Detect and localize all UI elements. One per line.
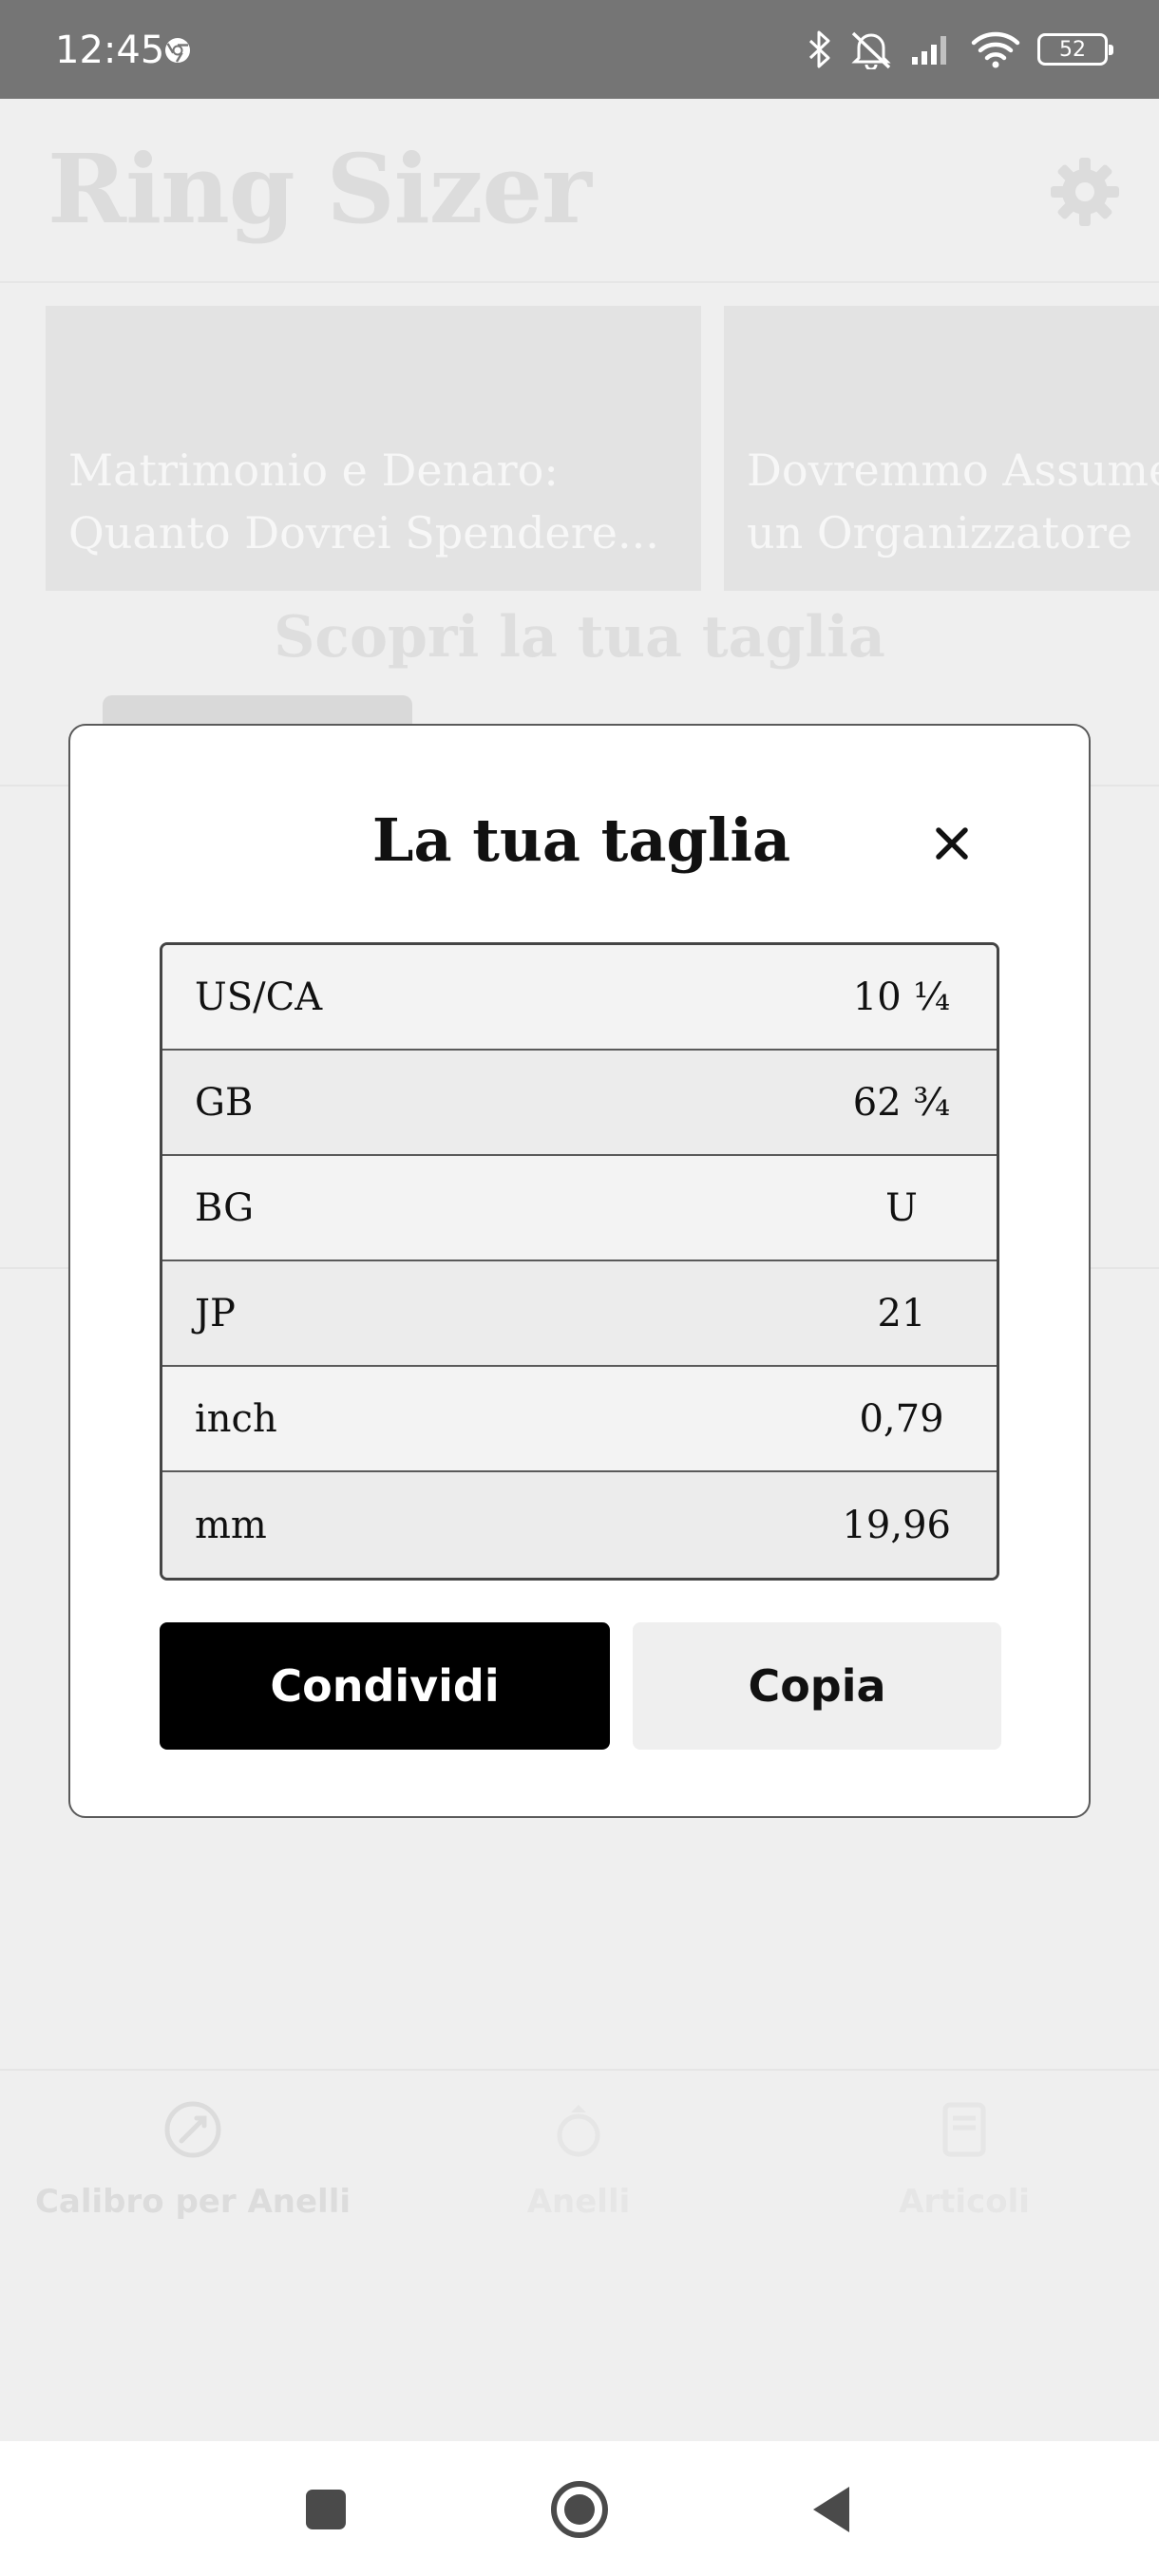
status-bar: 12:45 52 bbox=[0, 0, 1159, 99]
ring-icon bbox=[557, 2105, 600, 2157]
article-icon bbox=[942, 2102, 986, 2157]
app-title: Ring Sizer bbox=[48, 133, 592, 245]
size-system-label: BG bbox=[195, 1185, 255, 1230]
system-nav-bar bbox=[0, 2441, 1159, 2576]
table-row: inch 0,79 bbox=[162, 1367, 997, 1472]
article-card-title-line1: Dovremmo Assumere bbox=[747, 445, 1159, 496]
nav-item-articoli[interactable]: Articoli bbox=[771, 2099, 1157, 2221]
article-card-title-line1: Matrimonio e Denaro: bbox=[68, 445, 559, 496]
nav-item-anelli[interactable]: Anelli bbox=[386, 2099, 771, 2221]
article-card-title-line2: un Organizzatore bbox=[747, 507, 1133, 559]
copy-button[interactable]: Copia bbox=[633, 1622, 1001, 1750]
table-row: JP 21 bbox=[162, 1261, 997, 1367]
table-row: BG U bbox=[162, 1156, 997, 1261]
chrome-icon bbox=[165, 38, 190, 63]
header-divider bbox=[0, 281, 1159, 283]
home-button-icon[interactable] bbox=[547, 2475, 612, 2544]
size-value: 62 ¾ bbox=[852, 1080, 951, 1125]
settings-gear-icon[interactable] bbox=[1049, 156, 1121, 228]
size-result-dialog: La tua taglia US/CA 10 ¼ GB 62 ¾ BG U JP… bbox=[68, 724, 1091, 1818]
nav-label: Anelli bbox=[526, 2183, 631, 2221]
section-title: Scopri la tua taglia bbox=[274, 604, 885, 671]
article-card[interactable]: Matrimonio e Denaro: Quanto Dovrei Spend… bbox=[46, 306, 701, 591]
table-row: GB 62 ¾ bbox=[162, 1051, 997, 1156]
size-system-label: GB bbox=[195, 1080, 254, 1125]
bluetooth-icon bbox=[808, 30, 830, 68]
recents-button-icon[interactable] bbox=[304, 2475, 348, 2544]
share-button[interactable]: Condividi bbox=[160, 1622, 610, 1750]
wifi-icon bbox=[971, 31, 1020, 68]
ruler-circle-icon bbox=[164, 2101, 221, 2158]
signal-icon bbox=[912, 36, 946, 65]
table-row: US/CA 10 ¼ bbox=[162, 945, 997, 1051]
size-system-label: inch bbox=[195, 1396, 277, 1441]
bottom-nav: Calibro per Anelli Anelli Articoli bbox=[0, 2071, 1159, 2441]
size-system-label: US/CA bbox=[195, 975, 323, 1019]
size-system-label: mm bbox=[195, 1503, 267, 1547]
size-table: US/CA 10 ¼ GB 62 ¾ BG U JP 21 inch 0,79 … bbox=[160, 942, 999, 1581]
close-button[interactable] bbox=[923, 815, 980, 872]
article-card[interactable]: Dovremmo Assumere un Organizzatore bbox=[724, 306, 1159, 591]
article-card-title-line2: Quanto Dovrei Spendere... bbox=[68, 507, 659, 559]
size-system-label: JP bbox=[195, 1291, 236, 1335]
size-value: 19,96 bbox=[842, 1503, 951, 1547]
nav-label: Articoli bbox=[899, 2183, 1030, 2221]
nav-label: Calibro per Anelli bbox=[34, 2183, 352, 2221]
size-value: 0,79 bbox=[859, 1396, 944, 1441]
battery-level: 52 bbox=[1059, 37, 1086, 62]
status-time: 12:45 bbox=[55, 28, 165, 72]
table-row: mm 19,96 bbox=[162, 1472, 997, 1578]
mute-icon bbox=[851, 31, 891, 69]
size-value: 10 ¼ bbox=[852, 975, 951, 1019]
nav-item-calibro[interactable]: Calibro per Anelli bbox=[0, 2099, 386, 2221]
close-icon bbox=[936, 827, 968, 860]
back-button-icon[interactable] bbox=[809, 2475, 853, 2544]
size-value: 21 bbox=[877, 1291, 926, 1335]
size-value: U bbox=[885, 1185, 918, 1230]
battery-icon: 52 bbox=[1037, 33, 1113, 66]
